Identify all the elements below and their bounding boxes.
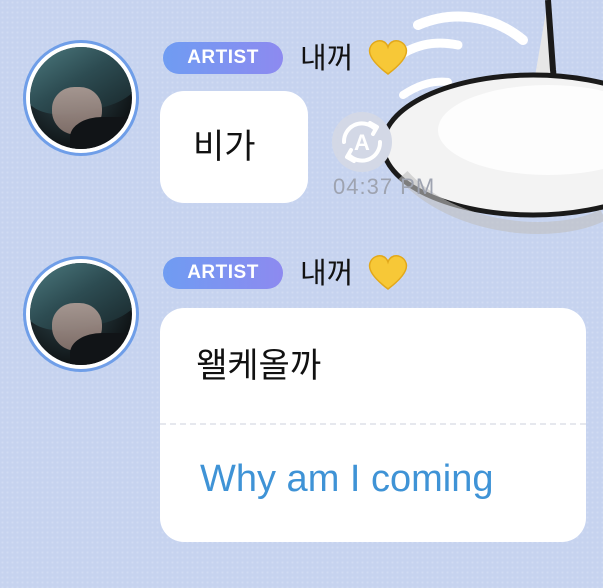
- yellow-heart-icon: [368, 40, 408, 75]
- message-timestamp: 04:37 PM: [333, 174, 436, 199]
- message-text: 비가: [193, 127, 256, 167]
- artist-avatar[interactable]: [23, 256, 139, 372]
- avatar-image: [30, 263, 132, 365]
- artist-avatar[interactable]: [23, 40, 139, 156]
- sender-name: 내꺼: [300, 256, 354, 290]
- translated-text: Why am I coming: [200, 458, 494, 500]
- message-bubble[interactable]: 비가: [160, 91, 308, 203]
- translation-divider: [160, 423, 586, 425]
- yellow-heart-icon: [368, 255, 408, 290]
- sticker-illustration: [380, 0, 603, 234]
- svg-text:A: A: [354, 130, 370, 155]
- auto-translate-icon[interactable]: A: [330, 110, 394, 174]
- artist-badge: ARTIST: [163, 257, 283, 289]
- avatar-image: [30, 47, 132, 149]
- sender-name: 내꺼: [300, 41, 354, 75]
- artist-badge: ARTIST: [163, 42, 283, 74]
- message-bubble[interactable]: 왤케올까 Why am I coming: [160, 308, 586, 542]
- message-text: 왤케올까: [196, 346, 322, 386]
